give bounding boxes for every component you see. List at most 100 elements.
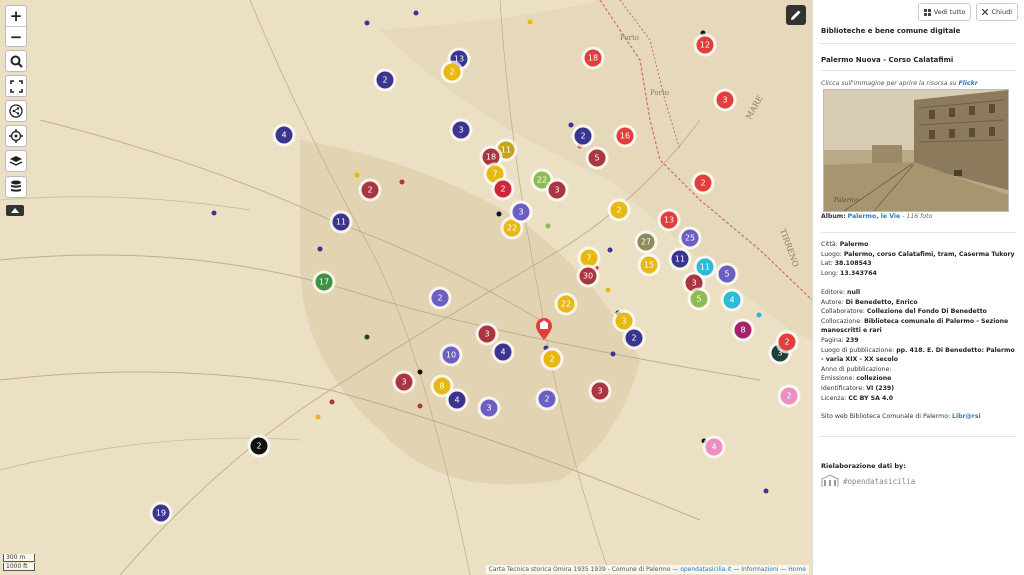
- poi-dot[interactable]: [211, 210, 217, 216]
- cluster-marker[interactable]: 3: [716, 91, 734, 109]
- poi-dot[interactable]: [527, 19, 533, 25]
- poi-dot[interactable]: [417, 403, 423, 409]
- data-button[interactable]: [5, 176, 27, 198]
- cluster-marker[interactable]: 2: [431, 289, 449, 307]
- cluster-marker[interactable]: 2: [574, 127, 592, 145]
- poi-dot[interactable]: [354, 172, 360, 178]
- cluster-marker[interactable]: 5: [690, 290, 708, 308]
- poi-dot[interactable]: [543, 345, 549, 351]
- flickr-link[interactable]: Flickr: [958, 80, 977, 87]
- search-button[interactable]: [5, 50, 27, 72]
- close-button[interactable]: Chiudi: [976, 3, 1018, 21]
- edit-button[interactable]: [786, 5, 806, 25]
- cluster-marker[interactable]: 11: [497, 141, 515, 159]
- attribution-link-opendatasicilia[interactable]: opendatasicilia.it: [680, 566, 731, 573]
- cluster-marker[interactable]: 2: [543, 350, 561, 368]
- cluster-marker[interactable]: 3: [548, 181, 566, 199]
- cluster-marker[interactable]: 8: [433, 377, 451, 395]
- cluster-marker[interactable]: 15: [640, 256, 658, 274]
- poi-dot[interactable]: [496, 211, 502, 217]
- poi-dot[interactable]: [568, 122, 574, 128]
- cluster-marker[interactable]: 12: [696, 36, 714, 54]
- cluster-marker[interactable]: 2: [694, 174, 712, 192]
- cluster-marker[interactable]: 4: [705, 438, 723, 456]
- cluster-marker[interactable]: 22: [503, 219, 521, 237]
- zoom-out-button[interactable]: −: [6, 26, 26, 47]
- poi-dot[interactable]: [605, 287, 611, 293]
- poi-dot[interactable]: [763, 488, 769, 494]
- cluster-marker[interactable]: 18: [482, 148, 500, 166]
- cluster-marker[interactable]: 11: [696, 258, 714, 276]
- poi-dot[interactable]: [756, 312, 762, 318]
- collapse-controls-button[interactable]: [6, 205, 24, 216]
- zoom-in-button[interactable]: +: [6, 6, 26, 26]
- cluster-marker[interactable]: 2: [780, 387, 798, 405]
- cluster-marker[interactable]: 7: [580, 249, 598, 267]
- cluster-marker[interactable]: 10: [442, 346, 460, 364]
- poi-dot[interactable]: [545, 223, 551, 229]
- album-link[interactable]: Palermo, le Vie: [848, 213, 901, 220]
- poi-dot[interactable]: [317, 246, 323, 252]
- cluster-marker[interactable]: 25: [681, 229, 699, 247]
- cluster-marker[interactable]: 11: [671, 250, 689, 268]
- cluster-marker[interactable]: 3: [395, 373, 413, 391]
- cluster-marker[interactable]: 2: [376, 71, 394, 89]
- cluster-marker[interactable]: 3: [591, 382, 609, 400]
- cluster-marker[interactable]: 3: [452, 121, 470, 139]
- map-area[interactable]: Porto Porto MARE TIRRENO 13 2 2 3 4 11 18 7 2 22 3…: [0, 0, 812, 575]
- cluster-marker[interactable]: 3: [615, 312, 633, 330]
- cluster-marker[interactable]: 4: [723, 291, 741, 309]
- cluster-marker[interactable]: 3: [480, 399, 498, 417]
- layers-button[interactable]: [5, 150, 27, 172]
- cluster-marker[interactable]: 19: [152, 504, 170, 522]
- view-all-button[interactable]: Vedi tutto: [917, 3, 972, 21]
- metadata-key: Autore:: [821, 298, 844, 306]
- cluster-marker[interactable]: 4: [275, 126, 293, 144]
- cluster-marker[interactable]: 17: [315, 273, 333, 291]
- cluster-marker[interactable]: 18: [584, 49, 602, 67]
- poi-dot[interactable]: [364, 334, 370, 340]
- cluster-marker[interactable]: 2: [778, 333, 796, 351]
- poi-dot[interactable]: [417, 369, 423, 375]
- cluster-marker[interactable]: 3: [512, 203, 530, 221]
- cluster-marker[interactable]: 22: [557, 295, 575, 313]
- cluster-marker[interactable]: 2: [625, 329, 643, 347]
- cluster-marker[interactable]: 30: [579, 267, 597, 285]
- attribution-link-home[interactable]: Home: [788, 566, 806, 573]
- cluster-marker[interactable]: 22: [533, 171, 551, 189]
- cluster-marker[interactable]: 2: [361, 181, 379, 199]
- album-count: - 116 foto: [902, 213, 933, 220]
- cluster-marker[interactable]: 16: [616, 127, 634, 145]
- poi-dot[interactable]: [315, 414, 321, 420]
- poi-dot[interactable]: [399, 179, 405, 185]
- cluster-marker[interactable]: 8: [734, 321, 752, 339]
- poi-dot[interactable]: [329, 399, 335, 405]
- locate-button[interactable]: [5, 125, 27, 147]
- cluster-marker[interactable]: 5: [588, 149, 606, 167]
- poi-dot[interactable]: [364, 20, 370, 26]
- fullscreen-button[interactable]: [5, 75, 27, 97]
- cluster-marker[interactable]: 2: [443, 63, 461, 81]
- poi-dot[interactable]: [607, 247, 613, 253]
- cluster-marker[interactable]: 4: [494, 343, 512, 361]
- cluster-marker[interactable]: 27: [637, 233, 655, 251]
- attribution-link-informazioni[interactable]: Informazioni: [741, 566, 778, 573]
- cluster-marker[interactable]: 4: [448, 391, 466, 409]
- cluster-marker[interactable]: 2: [538, 390, 556, 408]
- poi-dot[interactable]: [700, 30, 706, 36]
- cluster-marker[interactable]: 2: [610, 201, 628, 219]
- historic-photo[interactable]: Palermo: [823, 89, 1009, 212]
- cluster-marker[interactable]: 13: [660, 211, 678, 229]
- cluster-marker[interactable]: 2: [494, 180, 512, 198]
- selected-location-pin-icon[interactable]: [536, 318, 552, 340]
- share-button[interactable]: [5, 100, 27, 122]
- poi-dot[interactable]: [610, 351, 616, 357]
- cluster-marker[interactable]: 5: [718, 265, 736, 283]
- cluster-marker[interactable]: 2: [250, 437, 268, 455]
- opendatasicilia-logo[interactable]: #opendatasicilia: [821, 474, 915, 488]
- cluster-marker[interactable]: 3: [478, 325, 496, 343]
- cluster-marker[interactable]: 11: [332, 213, 350, 231]
- cluster-marker[interactable]: 3: [685, 274, 703, 292]
- librarsi-link[interactable]: Libr@rsi: [952, 413, 981, 420]
- poi-dot[interactable]: [413, 10, 419, 16]
